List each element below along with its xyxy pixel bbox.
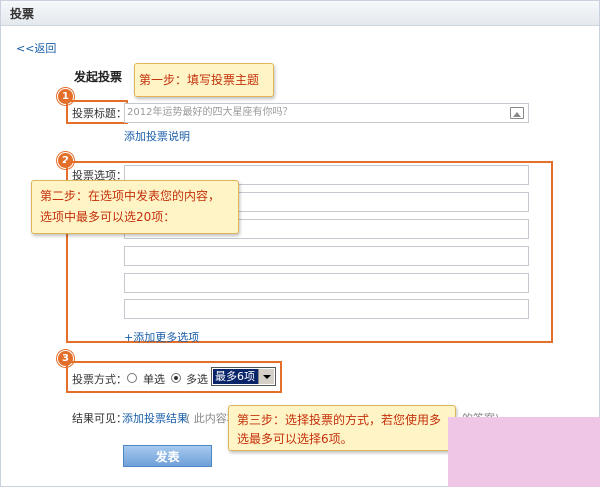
submit-button[interactable]: 发表 xyxy=(123,445,212,467)
mode-label: 投票方式： xyxy=(72,373,127,386)
single-choice-radio[interactable] xyxy=(127,373,137,383)
title-input[interactable]: 2012年运势最好的四大星座有你吗？ xyxy=(124,103,529,123)
multi-choice-label: 多选 xyxy=(186,373,208,386)
option-input-4[interactable] xyxy=(124,246,529,266)
chevron-down-icon[interactable] xyxy=(258,369,274,384)
title-bar: 投票 xyxy=(1,1,599,26)
add-description-link[interactable]: 添加投票说明 xyxy=(124,128,190,144)
step1-callout: 第一步：填写投票主题 xyxy=(134,63,274,97)
title-input-value: 2012年运势最好的四大星座有你吗？ xyxy=(127,107,293,118)
step3-callout-line1: 第三步：选择投票的方式，若您使用多 xyxy=(237,413,442,427)
title-label: 投票标题： xyxy=(72,107,127,120)
add-result-link[interactable]: 添加投票结果 xyxy=(122,410,188,426)
option-input-5[interactable] xyxy=(124,273,529,293)
multi-choice-radio[interactable] xyxy=(171,373,181,383)
single-choice-label: 单选 xyxy=(143,373,165,386)
step3-callout-line2: 选最多可以选择6项。 xyxy=(237,432,353,446)
step1-callout-text: 第一步：填写投票主题 xyxy=(139,73,260,87)
option-input-6[interactable] xyxy=(124,299,529,319)
step2-callout-line1: 第二步：在选项中发表您的内容， xyxy=(40,189,221,203)
step2-callout: 第二步：在选项中发表您的内容， 选项中最多可以选20项： xyxy=(31,180,239,234)
insert-image-icon[interactable] xyxy=(510,107,524,119)
result-visibility-label: 结果可见： xyxy=(72,412,127,425)
pink-overlay xyxy=(448,417,600,487)
section-title: 发起投票 xyxy=(74,70,123,84)
max-options-select[interactable]: 最多6项 xyxy=(211,367,276,386)
step3-callout: 第三步：选择投票的方式，若您使用多 选最多可以选择6项。 xyxy=(228,405,456,451)
page-title: 投票 xyxy=(10,7,35,21)
step2-callout-line2: 选项中最多可以选20项： xyxy=(40,210,176,224)
back-link[interactable]: <<返回 xyxy=(16,40,56,56)
max-options-value: 最多6项 xyxy=(213,369,259,384)
add-more-options-link[interactable]: +添加更多选项 xyxy=(124,329,199,345)
